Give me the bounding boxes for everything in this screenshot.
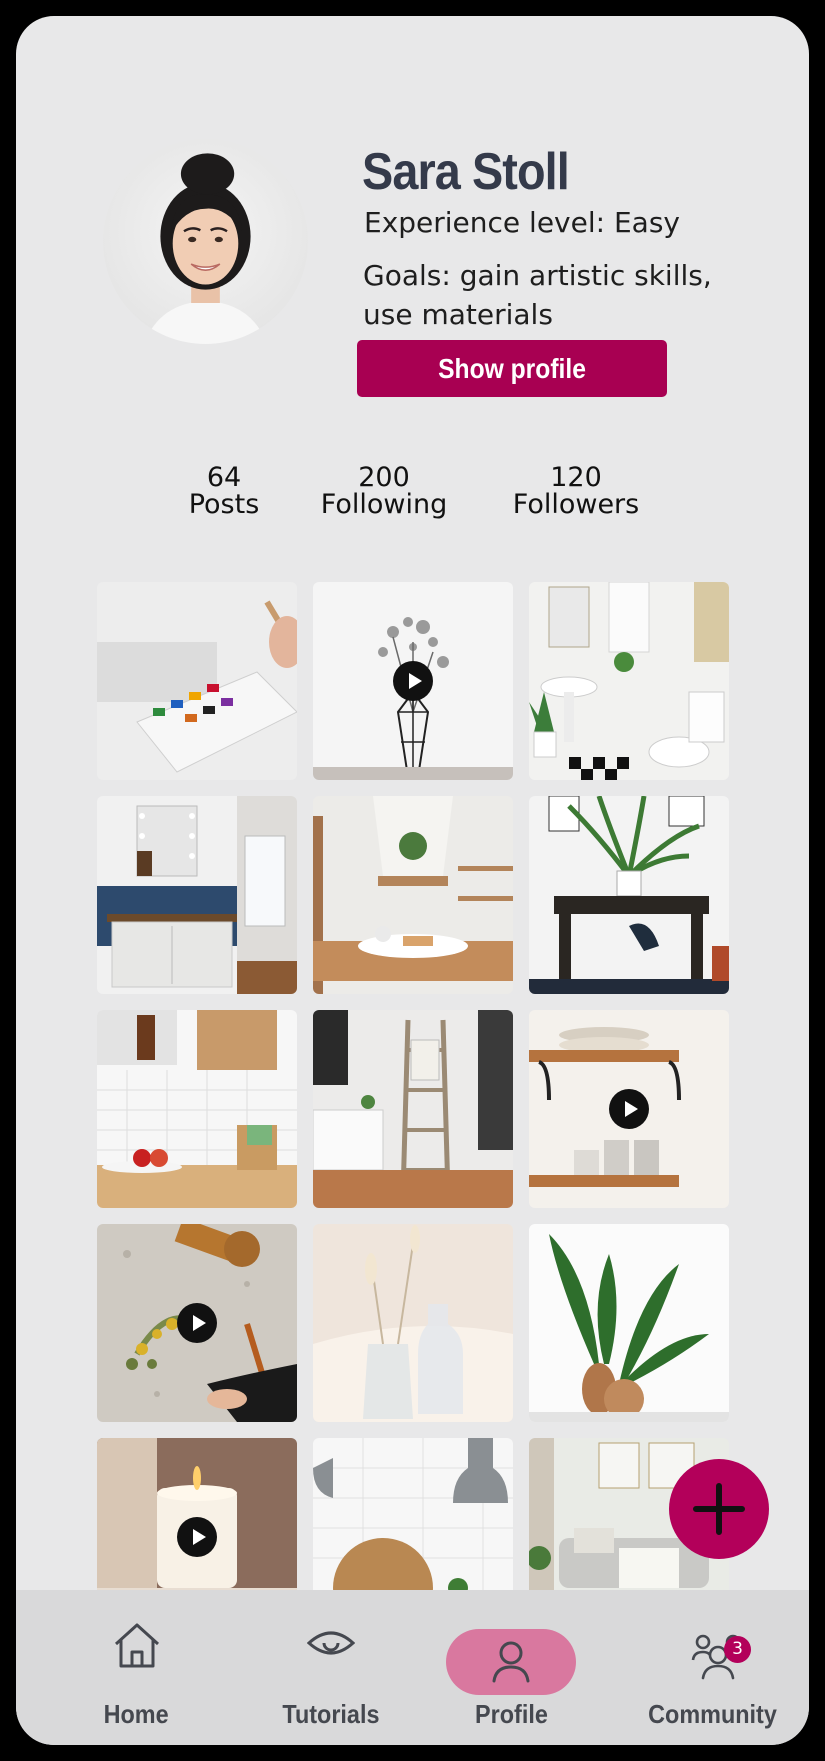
post-tile-wire-vase[interactable] — [313, 582, 513, 780]
show-profile-button[interactable]: Show profile — [357, 340, 667, 397]
play-icon — [177, 1303, 217, 1343]
bottom-nav: Home Tutorials Profile 3 Community — [16, 1590, 809, 1745]
goals-text: Goals: gain artistic skills, use materia… — [363, 259, 712, 331]
profile-name: Sara Stoll — [362, 143, 570, 201]
nav-item-tutorials[interactable]: Tutorials — [236, 1590, 426, 1745]
play-icon — [177, 1517, 217, 1557]
stat-value: 64 — [206, 462, 242, 493]
stat-value: 120 — [550, 462, 602, 493]
add-post-button[interactable] — [669, 1459, 769, 1559]
post-tile-kitchen-tiles[interactable] — [97, 1010, 297, 1208]
nav-item-community[interactable]: 3 Community — [626, 1590, 809, 1745]
nav-item-home[interactable]: Home — [56, 1590, 216, 1745]
notification-badge: 3 — [724, 1636, 751, 1663]
stat-label: Followers — [512, 489, 640, 520]
nav-label: Tutorials — [282, 1699, 380, 1729]
post-tile-watercolor-palette[interactable] — [97, 582, 297, 780]
stat-value: 200 — [358, 462, 410, 493]
nav-label: Community — [648, 1699, 777, 1729]
post-tile-flower-wreath[interactable] — [97, 1224, 297, 1422]
stat-label: Following — [320, 489, 448, 520]
post-tile-bathroom-vanity[interactable] — [97, 796, 297, 994]
show-profile-label: Show profile — [438, 352, 586, 384]
experience-level: Experience level: Easy — [364, 206, 680, 239]
stat-label: Posts — [188, 489, 260, 520]
avatar — [103, 139, 308, 344]
home-icon — [114, 1623, 160, 1668]
play-icon — [393, 661, 433, 701]
phone-frame: Sara Stoll Experience level: Easy Goals:… — [0, 0, 825, 1761]
app-screen: Sara Stoll Experience level: Easy Goals:… — [16, 16, 809, 1745]
post-tile-ladder-shelf[interactable] — [313, 1010, 513, 1208]
post-tile-glass-vases[interactable] — [313, 1224, 513, 1422]
stat-followers[interactable]: 120 Followers — [491, 464, 661, 518]
user-icon — [492, 1641, 530, 1683]
post-tile-rustic-kitchen[interactable] — [313, 796, 513, 994]
post-tile-plant-wooden-vases[interactable] — [529, 1224, 729, 1422]
post-tile-desk-palm[interactable] — [529, 796, 729, 994]
post-tile-wooden-shelf[interactable] — [529, 1010, 729, 1208]
play-icon — [609, 1089, 649, 1129]
eye-icon — [307, 1631, 355, 1655]
plus-icon — [693, 1483, 745, 1535]
post-tile-white-bathroom[interactable] — [529, 582, 729, 780]
nav-label: Home — [103, 1699, 169, 1729]
stat-posts[interactable]: 64 Posts — [164, 464, 284, 518]
stat-following[interactable]: 200 Following — [304, 464, 464, 518]
